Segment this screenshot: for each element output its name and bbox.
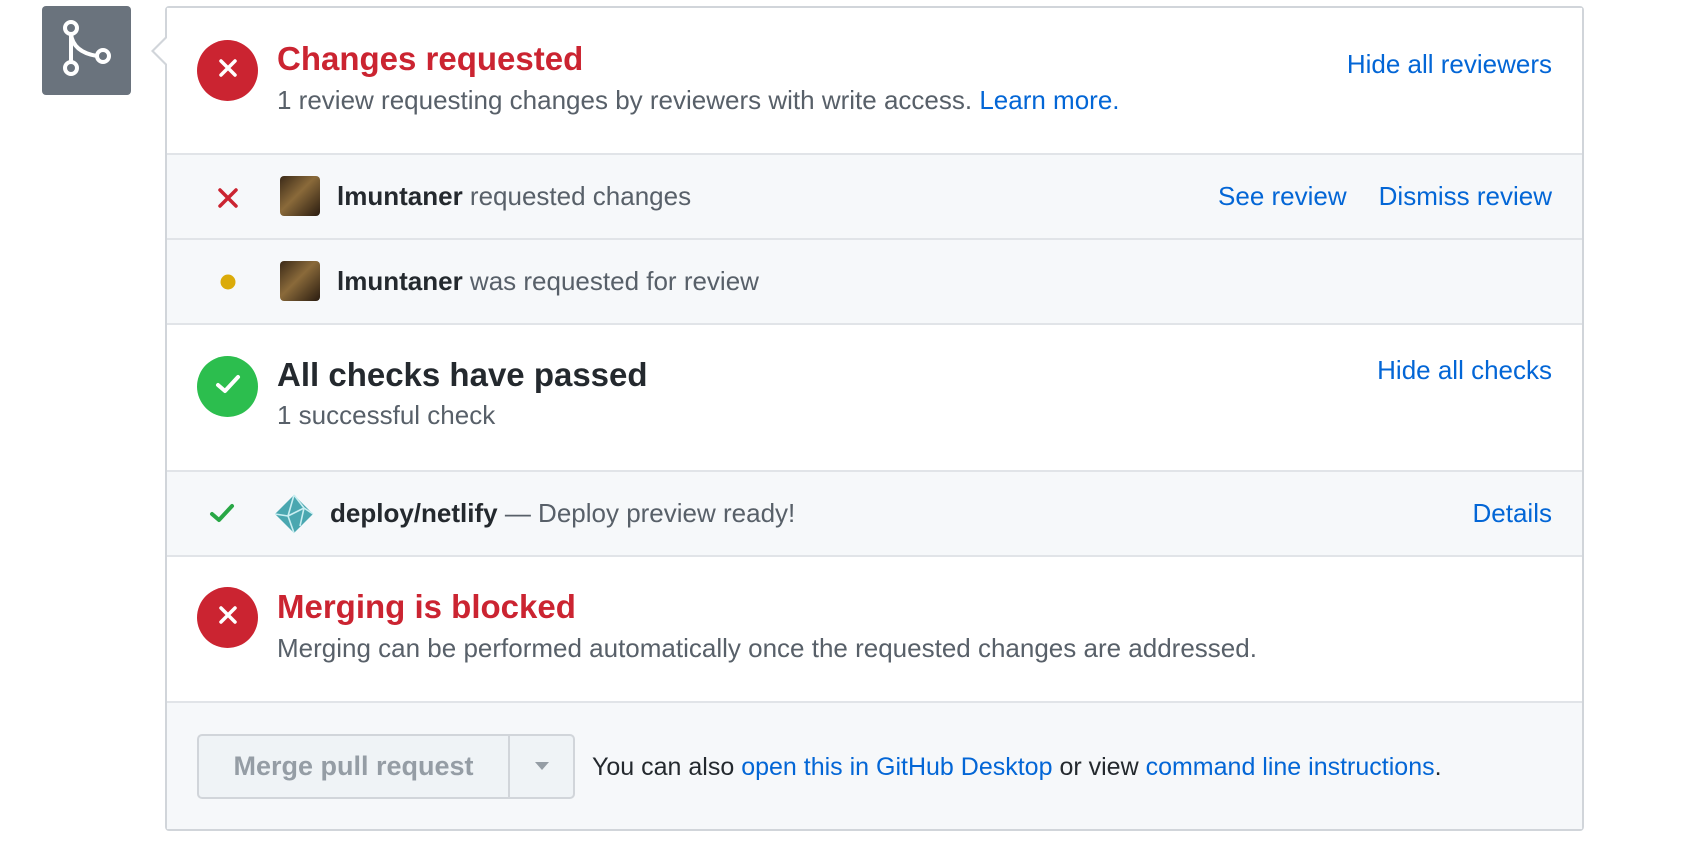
review-action: was requested for review bbox=[469, 266, 759, 296]
merge-button-group: Merge pull request bbox=[197, 734, 575, 799]
open-in-desktop-link[interactable]: open this in GitHub Desktop bbox=[741, 753, 1052, 781]
x-icon bbox=[216, 56, 240, 85]
reviews-description: 1 review requesting changes by reviewers… bbox=[277, 85, 1120, 116]
merge-status-badge bbox=[42, 6, 131, 95]
avatar[interactable] bbox=[280, 261, 320, 301]
reviews-description-text: 1 review requesting changes by reviewers… bbox=[277, 85, 973, 115]
reviewer-name[interactable]: lmuntaner bbox=[337, 266, 463, 296]
merge-hint: You can also open this in GitHub Desktop… bbox=[592, 753, 1442, 782]
checks-description: 1 successful check bbox=[277, 400, 496, 430]
changes-requested-status bbox=[197, 40, 258, 101]
merge-status-description: Merging can be performed automatically o… bbox=[277, 633, 1257, 663]
pending-dot-icon bbox=[213, 267, 243, 297]
review-row: lmuntaner was requested for review bbox=[167, 240, 1582, 325]
dismiss-review-link[interactable]: Dismiss review bbox=[1379, 181, 1552, 212]
merge-blocked-status bbox=[197, 587, 258, 648]
details-link[interactable]: Details bbox=[1473, 498, 1552, 529]
check-row-actions: Details bbox=[1473, 498, 1552, 529]
check-row: deploy/netlify — Deploy preview ready! D… bbox=[167, 472, 1582, 557]
merge-status-section: Merging is blocked Merging can be perfor… bbox=[167, 557, 1582, 703]
merge-actions-section: Merge pull request You can also open thi… bbox=[167, 703, 1582, 829]
review-row-text: lmuntaner was requested for review bbox=[337, 266, 759, 297]
reviewer-name[interactable]: lmuntaner bbox=[337, 181, 463, 211]
checks-title: All checks have passed bbox=[277, 356, 648, 393]
reviews-title: Changes requested bbox=[277, 40, 584, 77]
reviews-section: Changes requested 1 review requesting ch… bbox=[167, 8, 1582, 155]
checks-passed-status bbox=[197, 356, 258, 417]
x-icon bbox=[216, 603, 240, 632]
command-line-instructions-link[interactable]: command line instructions bbox=[1146, 753, 1435, 781]
check-icon bbox=[215, 373, 241, 400]
netlify-icon bbox=[274, 494, 314, 539]
hide-all-reviewers-link[interactable]: Hide all reviewers bbox=[1347, 49, 1552, 80]
merge-box: Changes requested 1 review requesting ch… bbox=[165, 6, 1584, 831]
checks-section: All checks have passed 1 successful chec… bbox=[167, 325, 1582, 472]
check-row-text: deploy/netlify — Deploy preview ready! bbox=[330, 498, 795, 529]
panel-pointer-fill bbox=[154, 38, 167, 64]
merge-method-dropdown[interactable] bbox=[508, 734, 575, 799]
avatar[interactable] bbox=[280, 176, 320, 216]
x-icon bbox=[213, 183, 243, 213]
learn-more-link[interactable]: Learn more. bbox=[979, 85, 1119, 115]
merge-hint-prefix: You can also bbox=[592, 753, 735, 781]
review-row-text: lmuntaner requested changes bbox=[337, 181, 691, 212]
git-merge-icon bbox=[59, 18, 115, 83]
triangle-down-icon bbox=[534, 758, 550, 776]
merge-pull-request-button[interactable]: Merge pull request bbox=[197, 734, 508, 799]
merge-hint-suffix: . bbox=[1434, 753, 1442, 781]
hide-all-checks-link[interactable]: Hide all checks bbox=[1377, 355, 1552, 386]
merge-hint-middle: or view bbox=[1059, 753, 1139, 781]
check-icon bbox=[207, 498, 237, 528]
review-row: lmuntaner requested changes See review D… bbox=[167, 155, 1582, 240]
check-name: deploy/netlify bbox=[330, 498, 498, 528]
check-message: — Deploy preview ready! bbox=[504, 498, 796, 528]
see-review-link[interactable]: See review bbox=[1218, 181, 1347, 212]
review-row-actions: See review Dismiss review bbox=[1218, 181, 1552, 212]
review-action: requested changes bbox=[469, 181, 692, 211]
merge-status-title: Merging is blocked bbox=[277, 588, 576, 625]
